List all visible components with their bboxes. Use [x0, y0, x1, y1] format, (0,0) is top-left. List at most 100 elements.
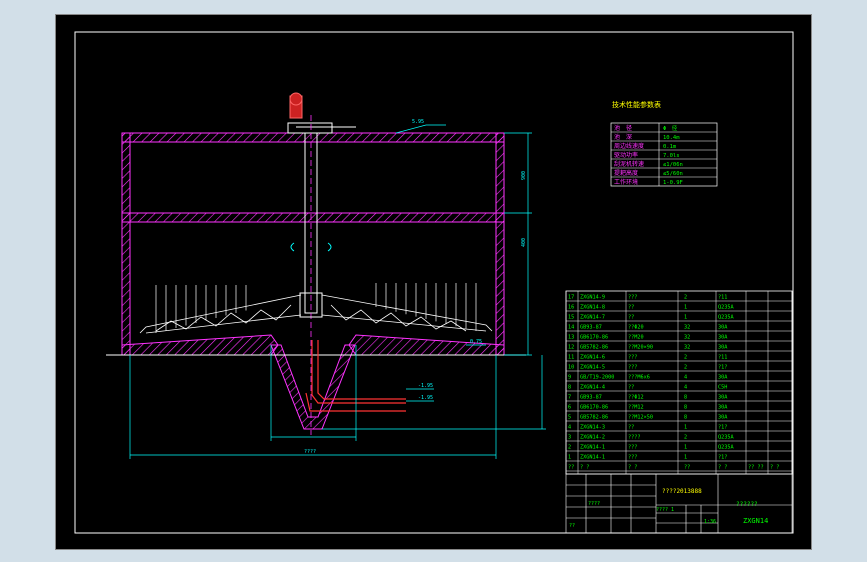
parts-cell: ?? — [628, 305, 634, 311]
dim-right-lower: 400 — [521, 238, 527, 247]
parts-cell: 4 — [684, 385, 687, 391]
parts-cell: GB/T19-2000 — [580, 375, 614, 381]
sludge-hopper — [270, 344, 356, 430]
parts-cell: 32 — [684, 335, 690, 341]
parts-cell: 1 — [684, 445, 687, 451]
motor-head — [289, 92, 303, 106]
parts-cell: ZXGN14-1 — [580, 455, 605, 461]
parts-cell: ? ? — [770, 465, 779, 471]
level-leader — [395, 124, 427, 134]
rotation-arrow-2 — [327, 242, 332, 252]
spec-value: 0.1m — [663, 144, 677, 150]
truss-arms — [139, 294, 493, 334]
parts-cell: GB6170-86 — [580, 335, 608, 341]
parts-cell: 1 — [684, 305, 687, 311]
parts-cell: ??M12×50 — [628, 415, 653, 421]
pipe-label-2: -1.95 — [418, 395, 433, 401]
top-slab — [121, 132, 505, 143]
parts-cell: ??Φ20 — [628, 325, 644, 331]
parts-cell: ZXGN14-5 — [580, 365, 605, 371]
parts-cell: 9 — [568, 375, 571, 381]
spec-value: ≤1/06n — [663, 162, 683, 168]
spec-name: 池 径 — [614, 124, 632, 132]
parts-cell: ?? ?? — [748, 465, 764, 471]
parts-cell: ?? — [628, 385, 634, 391]
bottom-slab-left — [121, 334, 279, 356]
parts-cell: ??M12 — [628, 405, 644, 411]
parts-cell: 3 — [568, 435, 571, 441]
parts-cell: ? ? — [718, 465, 727, 471]
parts-cell: 4 — [684, 375, 687, 381]
title-drawing-no: ZXGN14 — [743, 517, 768, 525]
mid-slab — [121, 212, 505, 223]
parts-cell: 2 — [684, 295, 687, 301]
tank-walls — [106, 132, 526, 430]
parts-cell: ??M20 — [628, 335, 644, 341]
pipe-label-1: -1.95 — [418, 383, 433, 389]
title-ratio: 1:36 — [704, 519, 716, 525]
drawing-sheet: 5.95 900 400 ???? -1.95 -1.95 0.75 技术性能参… — [55, 14, 812, 550]
parts-cell: ?11 — [718, 355, 727, 361]
title-small-2: ?? — [569, 523, 575, 529]
parts-cell: 1 — [568, 455, 571, 461]
rotation-arrow — [290, 242, 295, 252]
parts-cell: ?1? — [718, 455, 727, 461]
cad-drawing: 5.95 900 400 ???? -1.95 -1.95 0.75 技术性能参… — [74, 31, 794, 534]
parts-cell: GB6170-86 — [580, 405, 608, 411]
parts-cell: 30A — [718, 345, 728, 351]
parts-cell: 30A — [718, 415, 728, 421]
spec-name: 周边线速度 — [614, 142, 644, 150]
parts-cell: GB5782-86 — [580, 345, 608, 351]
parts-cell: ??? — [628, 295, 637, 301]
title-drawing-name: ?????? — [736, 501, 758, 508]
bottom-level: 0.75 — [470, 339, 482, 345]
parts-cell: ?? — [628, 315, 634, 321]
parts-cell: 8 — [684, 405, 687, 411]
parts-cell: 7 — [568, 395, 571, 401]
parts-cell: ZXGN14-6 — [580, 355, 605, 361]
spec-value: 7.0ls — [663, 153, 680, 159]
spec-name: 提耙高度 — [614, 169, 638, 177]
spec-name: 工作环境 — [614, 178, 638, 186]
parts-list: 17 ZXGN14-9??? 2 ?1116 ZXGN14-8?? 1 Q235A15 ZXG… — [565, 290, 793, 475]
parts-cell: 17 — [568, 295, 574, 301]
title-small-1: ???? — [588, 501, 600, 507]
parts-cell: 5 — [568, 415, 571, 421]
parts-cell: 11 — [568, 355, 574, 361]
parts-cell: ??? — [628, 445, 637, 451]
spec-name: 刮泥机转速 — [614, 160, 644, 168]
parts-cell: GB5782-86 — [580, 415, 608, 421]
parts-cell: 15 — [568, 315, 574, 321]
parts-cell: ?1? — [718, 425, 727, 431]
parts-cell: ?1? — [718, 365, 727, 371]
parts-cell: ZXGN14-2 — [580, 435, 605, 441]
parts-cell: ???M6x6 — [628, 375, 650, 381]
parts-cell: ZXGN14-8 — [580, 305, 605, 311]
parts-cell: ?? — [628, 425, 634, 431]
parts-cell: ? ? — [580, 465, 589, 471]
title-sheet: ???? 1 — [656, 507, 674, 513]
parts-cell: 12 — [568, 345, 574, 351]
parts-cell: GB93-87 — [580, 395, 602, 401]
spec-name: 驱动功率 — [614, 151, 638, 159]
parts-cell: 16 — [568, 305, 574, 311]
parts-cell: ??M20×90 — [628, 345, 653, 351]
left-arm-top — [139, 294, 302, 334]
dim-right-upper: 900 — [521, 171, 527, 180]
center-column — [287, 92, 356, 435]
parts-cell: Q235A — [718, 315, 734, 321]
parts-cell: 1 — [684, 425, 687, 431]
parts-cell: C5H — [718, 385, 727, 391]
parts-cell: ?? — [684, 465, 690, 471]
parts-cell: Q235A — [718, 435, 734, 441]
parts-cell: ZXGN14-9 — [580, 295, 605, 301]
parts-cell: 32 — [684, 325, 690, 331]
parts-cell: ? ? — [628, 465, 637, 471]
parts-cell: Q235A — [718, 305, 734, 311]
dimensions — [129, 124, 546, 459]
parts-cell: 4 — [568, 425, 571, 431]
drive-platform — [287, 122, 333, 134]
parts-cell: 32 — [684, 345, 690, 351]
dim-bottom: ???? — [304, 449, 316, 455]
parts-cell: 14 — [568, 325, 574, 331]
